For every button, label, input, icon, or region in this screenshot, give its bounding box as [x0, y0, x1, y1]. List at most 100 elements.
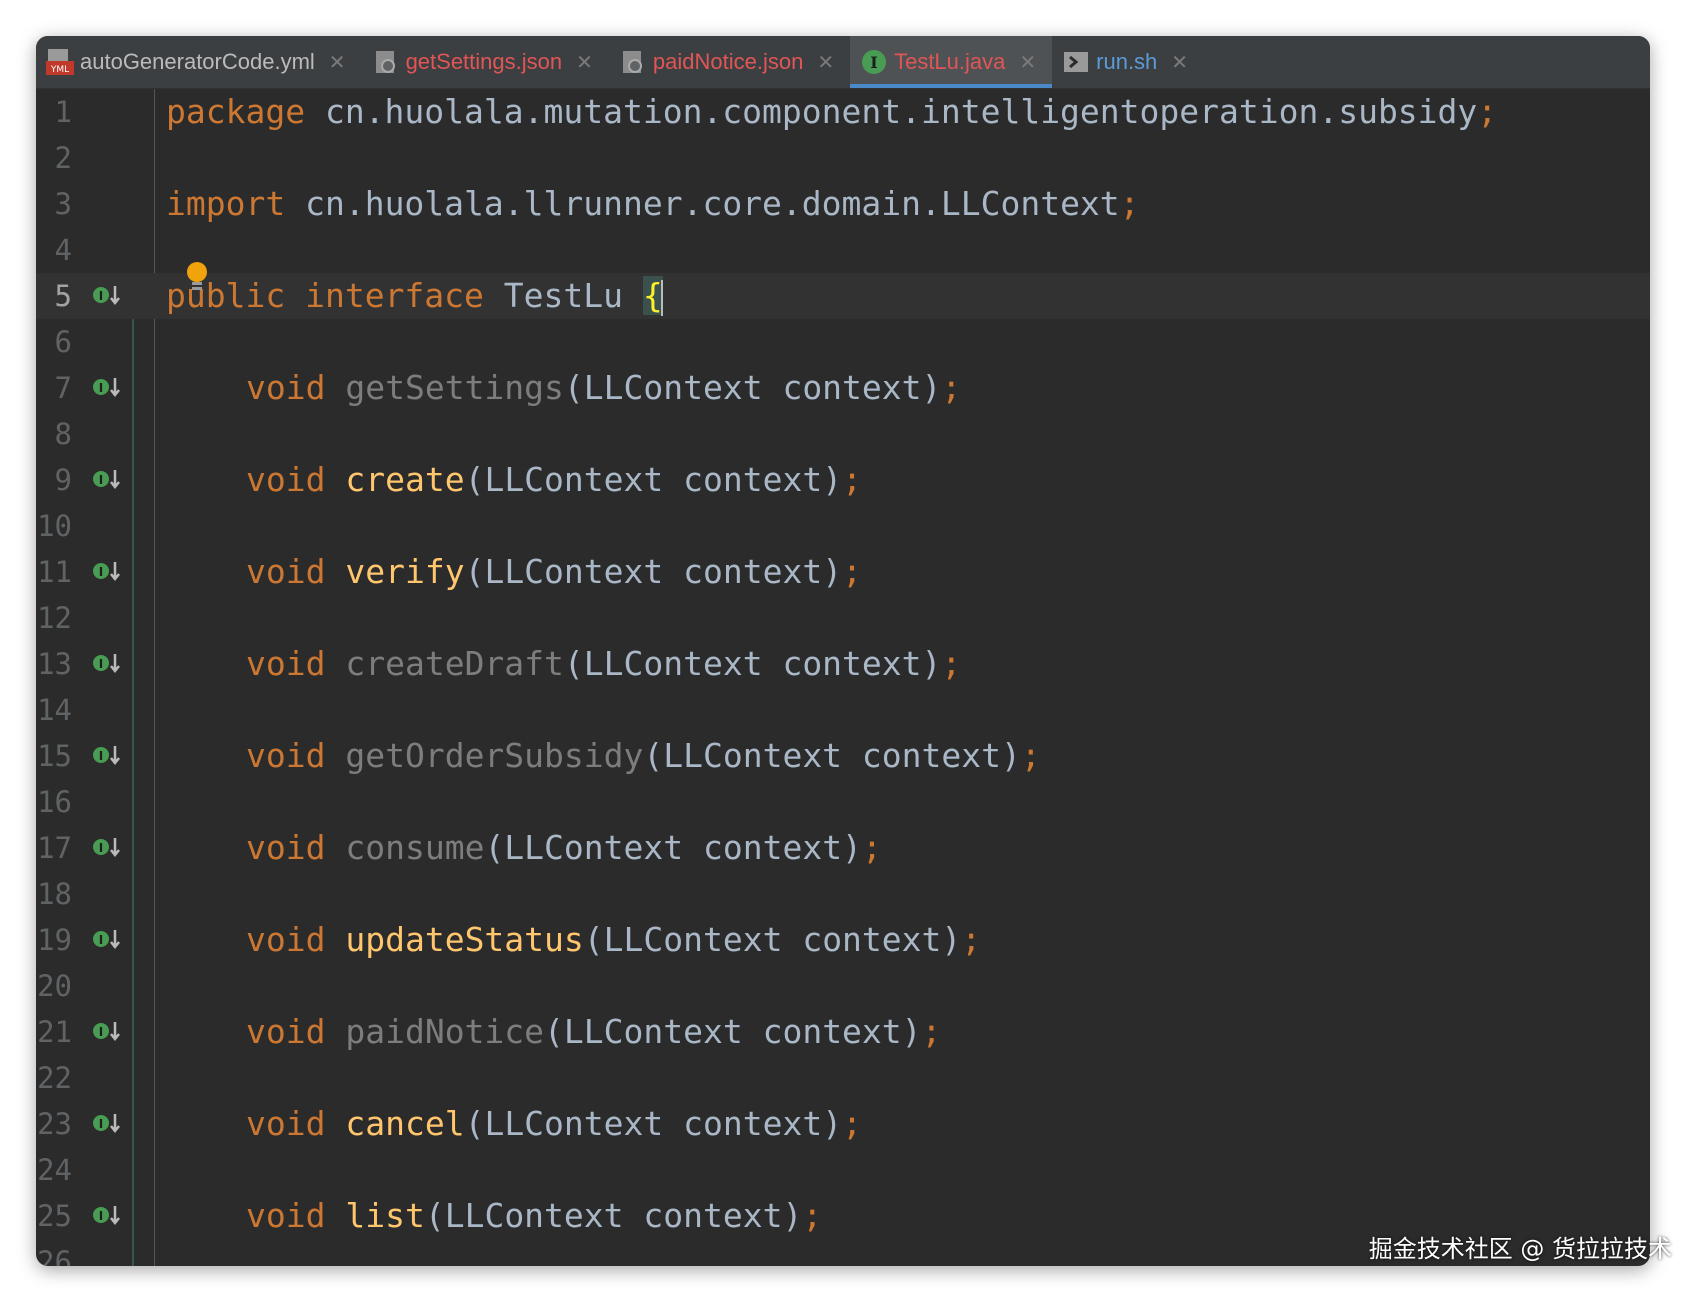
svg-text:I: I — [99, 1209, 103, 1223]
line-number: 5 — [54, 279, 72, 313]
method-name: list — [345, 1196, 425, 1235]
svg-text:YML: YML — [50, 65, 69, 75]
svg-text:I: I — [99, 289, 103, 303]
json-file-icon — [372, 48, 400, 76]
code-text: void create(LLContext context); — [246, 457, 862, 503]
implemented-method-icon[interactable]: I — [92, 834, 122, 862]
code-editor[interactable]: 1 package cn.huolala.mutation.component.… — [36, 89, 1650, 1266]
semicolon: ; — [861, 828, 882, 867]
tab-testlu-java[interactable]: I TestLu.java ✕ — [850, 36, 1053, 88]
tab-label: autoGeneratorCode.yml — [80, 49, 315, 74]
tab-autogeneratorcode-yml[interactable]: YML autoGeneratorCode.yml ✕ — [36, 36, 362, 88]
tab-label: TestLu.java — [894, 49, 1006, 74]
close-icon[interactable]: ✕ — [329, 50, 346, 75]
shell-script-icon — [1062, 48, 1090, 76]
line-number: 22 — [37, 1061, 72, 1095]
svg-text:I: I — [99, 565, 103, 579]
code-line: 17 Ivoid consume(LLContext context); — [36, 825, 1650, 871]
implemented-method-icon[interactable]: I — [92, 926, 122, 954]
parameter-list: (LLContext context) — [464, 552, 843, 591]
svg-text:I: I — [99, 841, 103, 855]
code-text: void cancel(LLContext context); — [246, 1101, 862, 1147]
tab-run-sh[interactable]: run.sh ✕ — [1052, 36, 1204, 88]
line-number: 16 — [37, 785, 72, 819]
method-name: updateStatus — [345, 920, 584, 959]
parameter-list: (LLContext context) — [544, 1012, 922, 1051]
parameter-list: (LLContext context) — [563, 644, 942, 683]
line-number: 6 — [54, 325, 72, 359]
line-number: 2 — [54, 141, 72, 175]
lightbulb-icon[interactable] — [184, 261, 210, 293]
implemented-method-icon[interactable]: I — [92, 466, 122, 494]
line-number: 20 — [37, 969, 72, 1003]
code-text: void createDraft(LLContext context); — [246, 641, 961, 687]
parameter-list: (LLContext context) — [484, 828, 862, 867]
tab-label: getSettings.json — [405, 49, 563, 74]
close-icon[interactable]: ✕ — [817, 50, 834, 75]
implemented-method-icon[interactable]: I — [92, 1110, 122, 1138]
line-number: 10 — [37, 509, 72, 543]
parameter-list: (LLContext context) — [643, 736, 1021, 775]
implemented-method-icon[interactable]: I — [92, 1018, 122, 1046]
semicolon: ; — [842, 552, 862, 591]
line-number: 14 — [37, 693, 72, 727]
keyword: package — [166, 92, 306, 131]
close-icon[interactable]: ✕ — [1171, 50, 1188, 75]
implemented-method-icon[interactable]: I — [92, 282, 122, 310]
code-line: 7 Ivoid getSettings(LLContext context); — [36, 365, 1650, 411]
svg-text:I: I — [99, 933, 103, 947]
line-number: 18 — [37, 877, 72, 911]
semicolon: ; — [941, 368, 962, 407]
svg-text:I: I — [99, 473, 103, 487]
code-text: void updateStatus(LLContext context); — [246, 917, 981, 963]
editor-tab-bar: YML autoGeneratorCode.yml ✕ getSettings.… — [36, 36, 1650, 89]
implemented-method-icon[interactable]: I — [92, 742, 122, 770]
method-name: verify — [345, 552, 465, 591]
close-icon[interactable]: ✕ — [1019, 50, 1036, 75]
code-line: 11 Ivoid verify(LLContext context); — [36, 549, 1650, 595]
svg-text:I: I — [870, 53, 877, 72]
code-text: void paidNotice(LLContext context); — [246, 1009, 941, 1055]
code-line: 22 — [36, 1055, 1650, 1101]
implemented-method-icon[interactable]: I — [92, 374, 122, 402]
code-text: void getOrderSubsidy(LLContext context); — [246, 733, 1041, 779]
json-file-icon — [619, 48, 647, 76]
method-name: getSettings — [345, 368, 564, 407]
tab-getsettings-json[interactable]: getSettings.json ✕ — [362, 36, 609, 88]
keyword: void — [246, 1012, 326, 1051]
implemented-method-icon[interactable]: I — [92, 558, 122, 586]
text-caret — [660, 279, 663, 316]
code-line: 12 — [36, 595, 1650, 641]
line-number: 21 — [37, 1015, 72, 1049]
svg-text:I: I — [99, 657, 103, 671]
close-icon[interactable]: ✕ — [576, 50, 593, 75]
code-line: 24 — [36, 1147, 1650, 1193]
parameter-list: (LLContext context) — [464, 460, 843, 499]
line-number: 25 — [37, 1199, 72, 1233]
semicolon: ; — [1477, 92, 1498, 131]
code-text: void list(LLContext context); — [246, 1193, 822, 1239]
line-number: 17 — [37, 831, 72, 865]
keyword: void — [246, 552, 326, 591]
parameter-list: (LLContext context) — [563, 368, 942, 407]
implemented-method-icon[interactable]: I — [92, 650, 122, 678]
implemented-method-icon[interactable]: I — [92, 1202, 122, 1230]
code-line: 14 — [36, 687, 1650, 733]
method-name: getOrderSubsidy — [345, 736, 644, 775]
package-name: cn.huolala.mutation.component.intelligen… — [324, 92, 1478, 131]
interface-icon: I — [860, 48, 888, 76]
import-name: cn.huolala.llrunner.core.domain.LLContex… — [305, 184, 1120, 223]
code-text: void verify(LLContext context); — [246, 549, 862, 595]
keyword: void — [246, 828, 326, 867]
code-line: 6 — [36, 319, 1650, 365]
semicolon: ; — [961, 920, 982, 959]
method-name: consume — [345, 828, 485, 867]
code-line-current: 5 I public interface TestLu { — [36, 273, 1650, 319]
keyword: void — [246, 920, 326, 959]
code-line: 10 — [36, 503, 1650, 549]
code-line: 19 Ivoid updateStatus(LLContext context); — [36, 917, 1650, 963]
parameter-list: (LLContext context) — [464, 1104, 843, 1143]
tab-paidnotice-json[interactable]: paidNotice.json ✕ — [609, 36, 850, 88]
code-text: public interface TestLu { — [166, 273, 663, 319]
line-number: 8 — [54, 417, 72, 451]
